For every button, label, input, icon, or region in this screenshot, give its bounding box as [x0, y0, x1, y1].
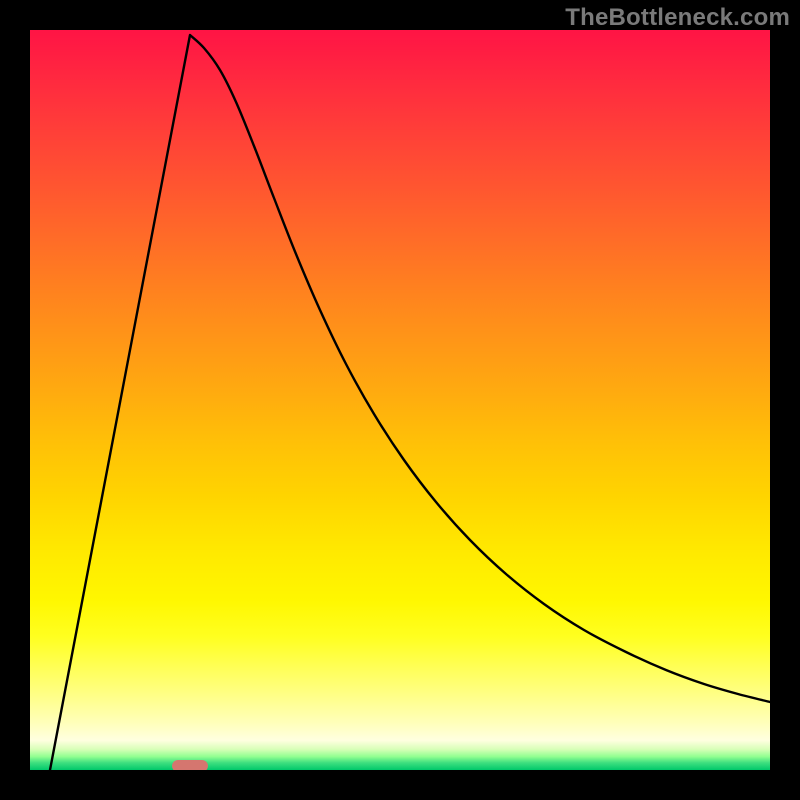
minimum-marker — [172, 760, 208, 770]
bottleneck-curve — [50, 35, 770, 770]
plot-area — [30, 30, 770, 770]
chart-frame: TheBottleneck.com — [0, 0, 800, 800]
watermark-text: TheBottleneck.com — [565, 4, 790, 32]
chart-svg — [30, 30, 770, 770]
